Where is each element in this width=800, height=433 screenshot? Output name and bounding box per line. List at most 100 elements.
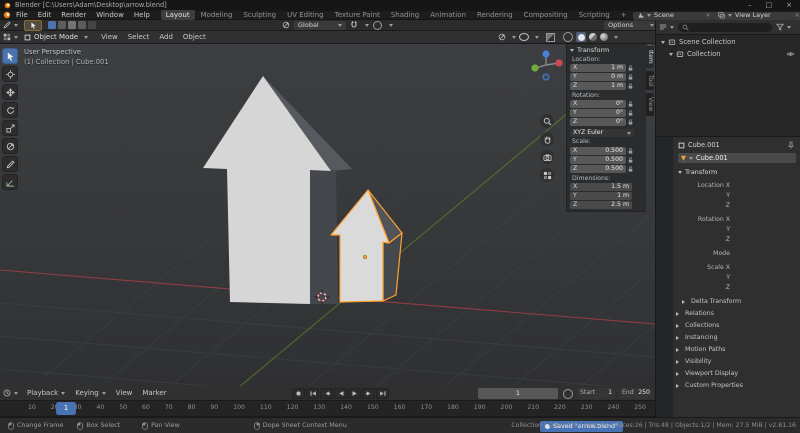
shading-solid-button[interactable]	[576, 32, 586, 42]
filter-funnel-icon[interactable]	[776, 23, 784, 31]
section-delta-transform[interactable]: Delta Transform	[682, 299, 741, 305]
viewport-3d[interactable]: User Perspective (1) Collection | Cube.0…	[0, 44, 655, 386]
editor-type-icon[interactable]	[3, 21, 11, 29]
navigation-gizmo[interactable]	[528, 47, 564, 83]
npanel-tab-tool[interactable]: Tool	[646, 71, 654, 91]
menu-file[interactable]: File	[11, 12, 33, 19]
lock-icon[interactable]	[628, 110, 633, 116]
npanel-tab-item[interactable]: Item	[646, 46, 654, 68]
workspace-tab-rendering[interactable]: Rendering	[472, 10, 518, 20]
lock-icon[interactable]	[628, 157, 633, 163]
jump-to-end-button[interactable]	[376, 388, 389, 399]
gizmo-y-axis[interactable]	[531, 64, 538, 71]
filter-caret[interactable]	[787, 26, 791, 29]
play-reverse-button[interactable]	[334, 388, 347, 399]
current-frame-field[interactable]: 1	[478, 388, 558, 399]
outliner-row-scene-collection[interactable]: Scene Collection	[656, 36, 800, 48]
camera-view-button[interactable]	[540, 150, 554, 164]
workspace-tab-modeling[interactable]: Modeling	[196, 10, 238, 20]
tool-measure-button[interactable]	[2, 174, 18, 190]
rotation-z-field[interactable]: Z0°	[570, 118, 626, 126]
rotation-mode-dropdown[interactable]: XYZ Euler	[570, 129, 634, 137]
lock-icon[interactable]	[628, 83, 633, 89]
play-button[interactable]	[348, 388, 361, 399]
small-arrow-object-selected[interactable]	[331, 190, 402, 302]
timeline-editor-icon[interactable]	[3, 389, 11, 397]
pin-icon[interactable]	[788, 141, 794, 149]
gizmo-z-neg-axis[interactable]	[543, 74, 549, 80]
dimensions-x-field[interactable]: X1.5 m	[570, 183, 632, 191]
lock-icon[interactable]	[628, 65, 633, 71]
shading-wireframe-button[interactable]	[563, 32, 573, 42]
view-layer-selector[interactable]: View Layer ×	[714, 12, 800, 20]
scale-z-field[interactable]: Z0.500	[570, 165, 626, 173]
scene-unlink-icon[interactable]: ×	[706, 12, 711, 19]
workspace-add-button[interactable]: +	[616, 10, 632, 20]
scale-x-field[interactable]: X0.500	[570, 147, 626, 155]
menu-render[interactable]: Render	[56, 12, 91, 19]
tool-scale-button[interactable]	[2, 120, 18, 136]
menu-help[interactable]: Help	[129, 12, 155, 19]
workspace-tab-compositing[interactable]: Compositing	[519, 10, 573, 20]
next-keyframe-button[interactable]	[362, 388, 375, 399]
proportional-editing-icon[interactable]	[373, 21, 382, 30]
auto-keying-icon[interactable]	[563, 389, 573, 399]
viewport-menu-view[interactable]: View	[96, 34, 123, 41]
proportional-falloff-caret[interactable]	[389, 24, 393, 27]
timeline-menu-marker[interactable]: Marker	[137, 390, 171, 397]
select-mode-extend[interactable]	[58, 21, 66, 29]
timeline-editor-caret[interactable]	[14, 392, 18, 395]
select-mode-intersect[interactable]	[88, 21, 96, 29]
location-x-field[interactable]: X1 m	[570, 64, 626, 72]
xray-toggle-icon[interactable]	[546, 33, 555, 42]
workspace-tab-uv-editing[interactable]: UV Editing	[282, 10, 329, 20]
record-button[interactable]	[292, 388, 305, 399]
timeline-menu-playback[interactable]: Playback	[22, 390, 70, 397]
menu-edit[interactable]: Edit	[33, 12, 57, 19]
tool-move-button[interactable]	[2, 84, 18, 100]
dimensions-y-field[interactable]: Y1 m	[570, 192, 632, 200]
lock-icon[interactable]	[628, 119, 633, 125]
select-mode-invert[interactable]	[78, 21, 86, 29]
zoom-view-button[interactable]	[540, 114, 554, 128]
rotation-x-field[interactable]: X0°	[570, 100, 626, 108]
viewport-editor-caret[interactable]	[14, 36, 18, 39]
large-arrow-object[interactable]	[203, 76, 352, 304]
viewport-editor-icon[interactable]	[3, 33, 11, 41]
timeline-ruler[interactable]: 1020304050607080901001101201301401501601…	[0, 401, 655, 417]
blender-menu-icon[interactable]	[3, 11, 11, 19]
snap-options-caret[interactable]	[365, 24, 369, 27]
maximize-button[interactable]: □	[766, 2, 773, 9]
workspace-tab-texture-paint[interactable]: Texture Paint	[330, 10, 385, 20]
orientation-icon[interactable]	[282, 21, 290, 29]
options-button[interactable]: Options	[604, 21, 658, 30]
gizmos-toggle-icon[interactable]	[498, 33, 506, 41]
section-custom-properties[interactable]: Custom Properties	[676, 383, 743, 389]
section-relations[interactable]: Relations	[676, 311, 714, 317]
select-mode-set[interactable]	[48, 21, 56, 29]
location-y-field[interactable]: Y0 m	[570, 73, 626, 81]
outliner-display-caret[interactable]	[670, 26, 674, 29]
timeline-menu-view[interactable]: View	[111, 390, 138, 397]
editor-type-caret[interactable]	[14, 24, 18, 27]
tool-cursor-button[interactable]	[2, 66, 18, 82]
workspace-tab-layout[interactable]: Layout	[161, 10, 195, 20]
outliner-display-mode-icon[interactable]	[659, 23, 667, 31]
lock-icon[interactable]	[628, 166, 633, 172]
workspace-tab-scripting[interactable]: Scripting	[574, 10, 615, 20]
section-viewport-display[interactable]: Viewport Display	[676, 371, 738, 377]
section-motion-paths[interactable]: Motion Paths	[676, 347, 725, 353]
frame-end-field[interactable]: End250	[619, 388, 653, 399]
viewport-menu-object[interactable]: Object	[178, 34, 211, 41]
perspective-toggle-button[interactable]	[540, 168, 554, 182]
pan-view-button[interactable]	[540, 132, 554, 146]
outliner-row-collection[interactable]: Collection	[656, 48, 800, 60]
snap-magnet-icon[interactable]	[350, 21, 358, 29]
overlays-toggle-icon[interactable]	[519, 33, 529, 41]
workspace-tab-sculpting[interactable]: Sculpting	[238, 10, 281, 20]
properties-transform-header[interactable]: Transform	[678, 169, 717, 176]
npanel-transform-header[interactable]: Transform	[570, 46, 643, 55]
jump-to-start-button[interactable]	[306, 388, 319, 399]
outliner-search-input[interactable]	[678, 23, 772, 32]
transform-orientation-dropdown[interactable]: Global	[294, 21, 346, 30]
